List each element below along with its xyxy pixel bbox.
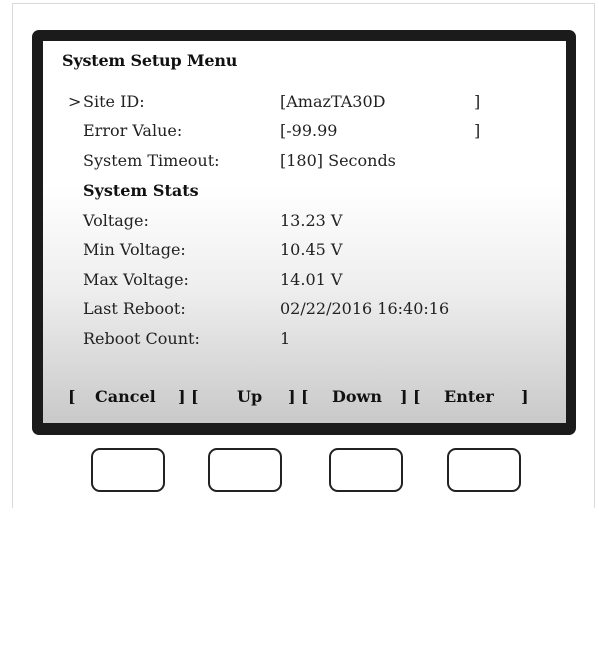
stat-row-reboot-count: Reboot Count: 1	[43, 329, 566, 351]
site-id-value: [AmazTA30D	[280, 92, 386, 111]
frame-left-border	[12, 3, 13, 508]
last-reboot-value: 02/22/2016 16:40:16	[280, 299, 450, 318]
stat-row-last-reboot: Last Reboot: 02/22/2016 16:40:16	[43, 299, 566, 321]
softkey-bracket-open-3: [	[301, 387, 309, 406]
voltage-label: Voltage:	[83, 211, 149, 230]
menu-row-error-value[interactable]: Error Value: [-99.99 ]	[43, 121, 566, 143]
lcd-screen: System Setup Menu > Site ID: [AmazTA30D …	[43, 41, 566, 423]
cancel-hardware-button[interactable]	[91, 448, 165, 492]
softkey-bracket-close-2: ]	[288, 387, 296, 406]
last-reboot-label: Last Reboot:	[83, 299, 186, 318]
down-hardware-button[interactable]	[329, 448, 403, 492]
stat-row-max-voltage: Max Voltage: 14.01 V	[43, 270, 566, 292]
menu-row-site-id[interactable]: > Site ID: [AmazTA30D ]	[43, 92, 566, 114]
system-stats-heading: System Stats	[83, 181, 199, 200]
softkey-up-label: Up	[237, 387, 263, 406]
softkey-bracket-open-2: [	[191, 387, 199, 406]
softkey-down-label: Down	[332, 387, 382, 406]
error-value-value: [-99.99	[280, 121, 338, 140]
softkey-label-bar: [ Cancel ] [ Up ] [ Down ] [ Enter ]	[43, 387, 566, 409]
stat-row-min-voltage: Min Voltage: 10.45 V	[43, 240, 566, 262]
stat-row-voltage: Voltage: 13.23 V	[43, 211, 566, 233]
menu-row-system-timeout[interactable]: System Timeout: [180] Seconds	[43, 151, 566, 173]
softkey-enter-label: Enter	[444, 387, 494, 406]
site-id-close-bracket: ]	[474, 92, 481, 111]
frame-top-border	[12, 3, 595, 4]
reboot-count-value: 1	[280, 329, 291, 348]
softkey-bracket-open-4: [	[413, 387, 421, 406]
softkey-bracket-open-1: [	[68, 387, 76, 406]
menu-title: System Setup Menu	[62, 51, 238, 70]
softkey-bracket-close-1: ]	[178, 387, 186, 406]
softkey-bracket-close-3: ]	[400, 387, 408, 406]
reboot-count-label: Reboot Count:	[83, 329, 200, 348]
site-id-label: Site ID:	[83, 92, 145, 111]
min-voltage-label: Min Voltage:	[83, 240, 186, 259]
max-voltage-value: 14.01 V	[280, 270, 343, 289]
error-value-close-bracket: ]	[474, 121, 481, 140]
up-hardware-button[interactable]	[208, 448, 282, 492]
min-voltage-value: 10.45 V	[280, 240, 343, 259]
enter-hardware-button[interactable]	[447, 448, 521, 492]
softkey-cancel-label: Cancel	[95, 387, 156, 406]
selection-cursor: >	[68, 92, 82, 111]
system-timeout-value: [180] Seconds	[280, 151, 396, 170]
voltage-value: 13.23 V	[280, 211, 343, 230]
system-stats-heading-row: System Stats	[43, 181, 566, 203]
system-timeout-label: System Timeout:	[83, 151, 220, 170]
frame-right-border	[594, 3, 595, 508]
max-voltage-label: Max Voltage:	[83, 270, 189, 289]
error-value-label: Error Value:	[83, 121, 183, 140]
softkey-bracket-close-4: ]	[521, 387, 529, 406]
